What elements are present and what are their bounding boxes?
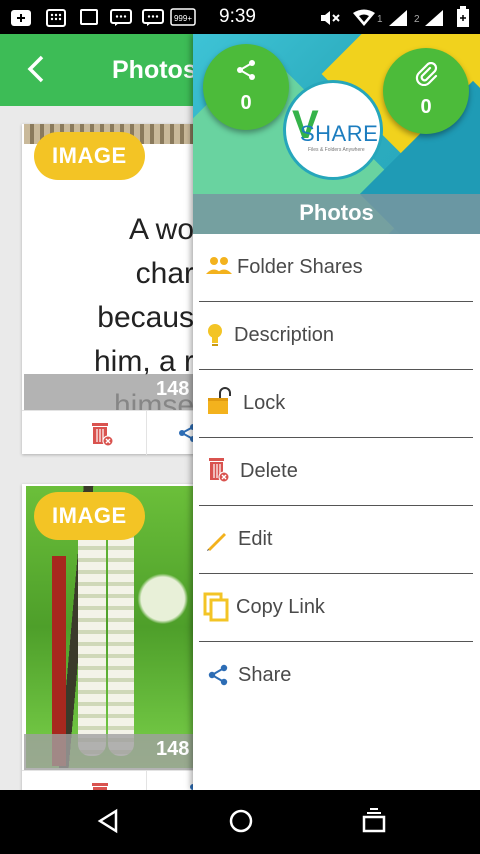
share-count-button[interactable]: 0 xyxy=(203,44,289,130)
menu-item-description[interactable]: Description xyxy=(193,302,480,370)
menu-label: Delete xyxy=(240,460,298,482)
menu-item-edit[interactable]: Edit xyxy=(193,506,480,574)
share-icon xyxy=(234,58,258,87)
page-title: Photos xyxy=(112,56,197,84)
delete-icon[interactable] xyxy=(90,781,114,790)
add-box-icon xyxy=(10,9,34,32)
trash-icon xyxy=(207,456,231,489)
lightbulb-icon xyxy=(207,322,223,353)
menu-label: Copy Link xyxy=(236,596,325,618)
photo-detail xyxy=(108,526,134,756)
logo-text: SHARE xyxy=(300,121,379,146)
drawer-title: Photos xyxy=(299,200,374,225)
app-logo: V SHARE Files & Folders Anywhere xyxy=(283,80,383,180)
battery-icon xyxy=(456,6,470,33)
sim2-label: 2 xyxy=(414,14,420,25)
lock-open-icon xyxy=(207,386,233,421)
share-count: 0 xyxy=(240,92,252,114)
nav-recents-icon[interactable] xyxy=(362,808,386,839)
menu-item-folder-shares[interactable]: Folder Shares xyxy=(193,234,480,302)
drawer-title-bar: Photos xyxy=(193,194,480,234)
dialpad-icon xyxy=(46,9,66,32)
nav-back-icon[interactable] xyxy=(96,808,120,839)
image-count: 148 xyxy=(156,738,190,760)
menu-item-lock[interactable]: Lock xyxy=(193,370,480,438)
image-type-badge: IMAGE xyxy=(34,132,145,180)
nav-home-icon[interactable] xyxy=(228,808,254,839)
copy-icon xyxy=(203,592,231,627)
chat-icon xyxy=(142,9,164,32)
pencil-icon xyxy=(205,528,229,557)
attachment-count-button[interactable]: 0 xyxy=(383,48,469,134)
drawer-menu: Folder Shares Description Lock Delete Ed… xyxy=(193,234,480,710)
chat-icon xyxy=(110,9,132,32)
menu-item-share[interactable]: Share xyxy=(193,642,480,710)
people-icon xyxy=(205,254,233,283)
drawer-header: V SHARE Files & Folders Anywhere 0 0 Pho… xyxy=(193,34,480,234)
attachment-count: 0 xyxy=(420,96,432,118)
signal-icon xyxy=(388,9,408,32)
image-count: 148 xyxy=(156,378,190,400)
signal-icon xyxy=(424,9,444,32)
action-divider xyxy=(146,411,147,455)
menu-label: Description xyxy=(234,324,335,346)
navigation-drawer[interactable]: V SHARE Files & Folders Anywhere 0 0 Pho… xyxy=(193,34,480,790)
action-divider xyxy=(146,771,147,790)
share-icon xyxy=(207,664,229,691)
logo-subtitle: Files & Folders Anywhere xyxy=(308,147,365,153)
notification-badge-text: 999+ xyxy=(174,14,192,23)
status-time: 9:39 xyxy=(219,6,256,27)
image-type-badge: IMAGE xyxy=(34,492,145,540)
back-arrow-icon[interactable] xyxy=(22,54,52,84)
square-icon xyxy=(80,9,98,25)
delete-icon[interactable] xyxy=(90,421,114,452)
menu-label: Share xyxy=(238,664,292,686)
paperclip-icon xyxy=(414,61,438,91)
status-bar: 999+ 9:39 1 2 xyxy=(0,0,480,34)
badge-icon: 999+ xyxy=(170,8,196,31)
menu-label: Lock xyxy=(243,392,286,414)
system-nav-bar xyxy=(0,790,480,854)
photo-detail xyxy=(78,526,106,756)
wifi-icon xyxy=(352,9,376,32)
menu-item-copy-link[interactable]: Copy Link xyxy=(193,574,480,642)
menu-label: Folder Shares xyxy=(237,256,363,278)
menu-item-delete[interactable]: Delete xyxy=(193,438,480,506)
menu-label: Edit xyxy=(238,528,273,550)
mute-icon xyxy=(320,9,342,32)
sim1-label: 1 xyxy=(377,14,383,25)
